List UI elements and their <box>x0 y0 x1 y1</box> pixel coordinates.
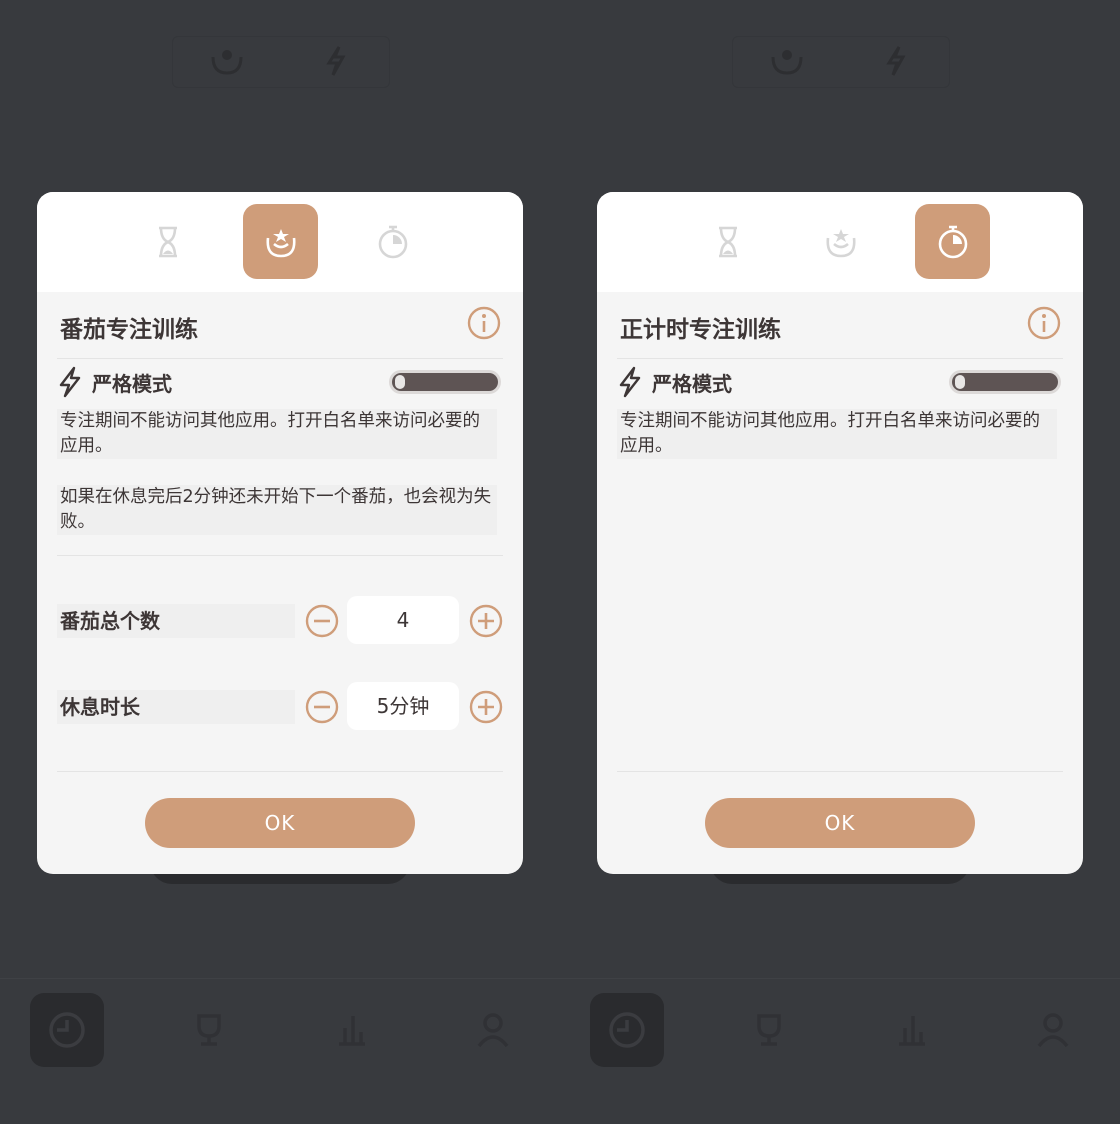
background-bottom-nav <box>560 978 1120 1089</box>
background-tomato-icon <box>771 50 803 75</box>
strict-mode-row: 严格模式 <box>617 364 1063 400</box>
hourglass-icon <box>718 226 737 257</box>
pomodoro-count-label: 番茄总个数 <box>57 604 295 638</box>
nav-focus-icon <box>590 993 664 1067</box>
tab-stopwatch[interactable] <box>915 204 990 279</box>
background-mode-selector <box>732 36 950 88</box>
dialog-title: 番茄专注训练 <box>60 317 198 343</box>
strict-mode-toggle[interactable] <box>949 370 1061 394</box>
tab-timer[interactable] <box>130 204 205 279</box>
tab-timer[interactable] <box>690 204 765 279</box>
dialog-header: 正计时专注训练 <box>617 296 1063 354</box>
strict-mode-description: 专注期间不能访问其他应用。打开白名单来访问必要的应用。 <box>617 409 1057 459</box>
divider <box>617 771 1063 772</box>
tomato-icon <box>265 228 296 257</box>
tab-stopwatch[interactable] <box>355 204 430 279</box>
background-tomato-icon <box>211 50 243 75</box>
pomodoro-focus-dialog: 番茄专注训练 严格模式 专注期间不能访问其他应用。打开白名单来访问必要的应用。 … <box>37 192 523 874</box>
divider <box>57 555 503 556</box>
strict-mode-label: 严格模式 <box>652 372 732 396</box>
background-bottom-nav <box>0 978 560 1089</box>
nav-trophy-icon <box>732 993 806 1067</box>
pomodoro-count-value[interactable]: 4 <box>347 596 459 644</box>
divider <box>57 358 503 359</box>
strict-mode-label: 严格模式 <box>92 372 172 396</box>
tomato-icon <box>825 228 856 257</box>
ok-button[interactable]: OK <box>705 798 975 848</box>
tab-pomodoro[interactable] <box>243 204 318 279</box>
hourglass-icon <box>158 226 177 257</box>
background-mode-selector <box>172 36 390 88</box>
left-screen: 番茄专注训练 严格模式 专注期间不能访问其他应用。打开白名单来访问必要的应用。 … <box>0 0 560 1124</box>
break-duration-label: 休息时长 <box>57 690 295 724</box>
background-lightning-icon <box>886 46 906 76</box>
lightning-icon <box>619 366 641 398</box>
minus-circle-icon[interactable] <box>305 604 339 638</box>
divider <box>57 771 503 772</box>
nav-stats-icon <box>314 993 388 1067</box>
stopwatch-icon <box>378 225 407 258</box>
dialog-header: 番茄专注训练 <box>57 296 503 354</box>
stopwatch-focus-dialog: 正计时专注训练 严格模式 专注期间不能访问其他应用。打开白名单来访问必要的应用。… <box>597 192 1083 874</box>
info-icon[interactable] <box>1027 306 1061 340</box>
strict-mode-description: 专注期间不能访问其他应用。打开白名单来访问必要的应用。 <box>57 409 497 459</box>
plus-circle-icon[interactable] <box>469 604 503 638</box>
pomodoro-count-row: 番茄总个数 4 <box>57 596 503 646</box>
nav-profile-icon <box>456 993 530 1067</box>
break-duration-row: 休息时长 5分钟 <box>57 682 503 732</box>
nav-stats-icon <box>874 993 948 1067</box>
lightning-icon <box>59 366 81 398</box>
stopwatch-icon <box>938 225 967 258</box>
info-icon[interactable] <box>467 306 501 340</box>
failure-rule-description: 如果在休息完后2分钟还未开始下一个番茄，也会视为失败。 <box>57 485 497 535</box>
minus-circle-icon[interactable] <box>305 690 339 724</box>
mode-tabbar <box>37 192 523 292</box>
strict-mode-row: 严格模式 <box>57 364 503 400</box>
right-screen: 正计时专注训练 严格模式 专注期间不能访问其他应用。打开白名单来访问必要的应用。… <box>560 0 1120 1124</box>
strict-mode-toggle[interactable] <box>389 370 501 394</box>
tab-pomodoro[interactable] <box>803 204 878 279</box>
background-lightning-icon <box>326 46 346 76</box>
nav-profile-icon <box>1016 993 1090 1067</box>
ok-button[interactable]: OK <box>145 798 415 848</box>
nav-focus-icon <box>30 993 104 1067</box>
dialog-title: 正计时专注训练 <box>620 317 781 343</box>
plus-circle-icon[interactable] <box>469 690 503 724</box>
break-duration-value[interactable]: 5分钟 <box>347 682 459 730</box>
nav-trophy-icon <box>172 993 246 1067</box>
mode-tabbar <box>597 192 1083 292</box>
divider <box>617 358 1063 359</box>
